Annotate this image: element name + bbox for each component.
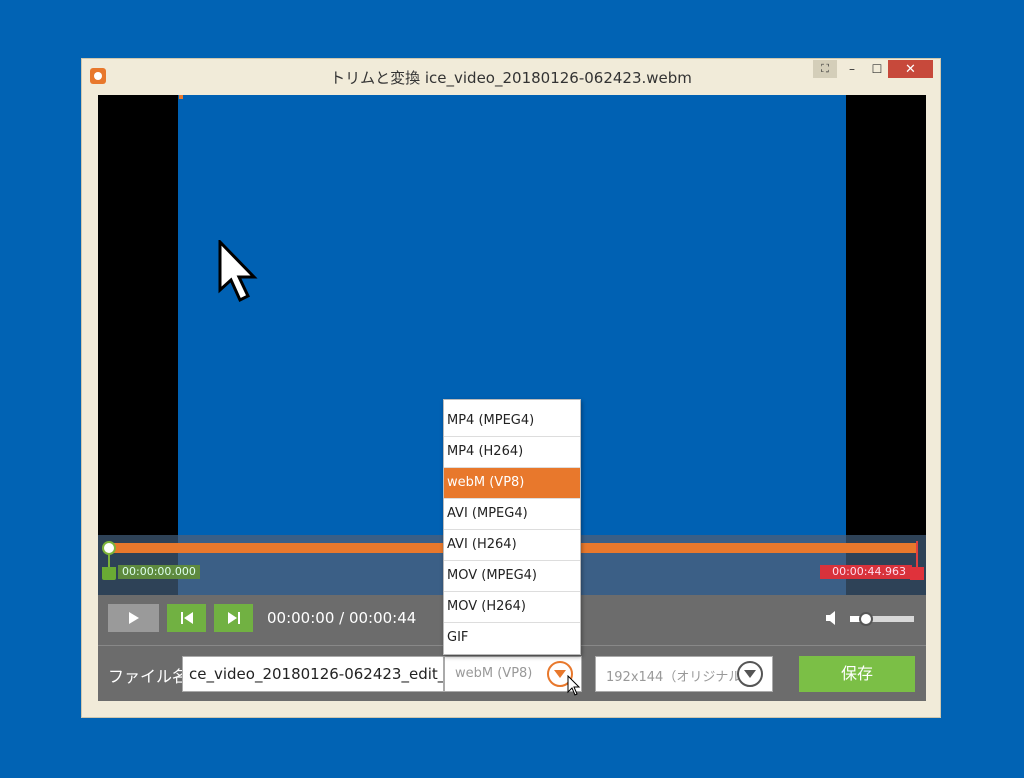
frame-marker <box>179 95 183 99</box>
format-option[interactable]: AVI (MPEG4) <box>444 499 580 530</box>
jump-to-start-button[interactable] <box>167 604 206 632</box>
resolution-dropdown-button[interactable] <box>737 661 763 687</box>
title-bar[interactable]: トリムと変換 ice_video_20180126-062423.webm ⛶ … <box>82 59 940 95</box>
cursor-in-video-icon <box>218 240 258 303</box>
format-option[interactable]: MP4 (H264) <box>444 437 580 468</box>
resolution-select-value: 192x144（オリジナル） <box>606 670 755 685</box>
fullscreen-button[interactable]: ⛶ <box>813 60 837 78</box>
format-dropdown-list: MP4 (MPEG4) MP4 (H264) webM (VP8) AVI (MPEG… <box>443 399 581 655</box>
time-display: 00:00:00 / 00:00:44 <box>267 609 417 627</box>
format-option[interactable]: GIF <box>444 623 580 654</box>
format-option[interactable]: MOV (H264) <box>444 592 580 623</box>
filename-input[interactable]: ce_video_20180126-062423_edit_0 <box>182 656 444 692</box>
window-title: トリムと変換 ice_video_20180126-062423.webm <box>330 69 692 87</box>
trim-start-time: 00:00:00.000 <box>118 565 200 579</box>
volume-icon[interactable] <box>825 610 839 626</box>
play-icon <box>128 612 139 624</box>
format-select-value: webM (VP8) <box>455 666 533 681</box>
format-option[interactable]: AVI (H264) <box>444 530 580 561</box>
format-select[interactable]: webM (VP8) <box>444 656 582 692</box>
mouse-cursor-icon <box>567 675 581 696</box>
minimize-button[interactable]: – <box>842 60 862 78</box>
volume-slider-knob[interactable] <box>859 612 873 626</box>
save-button[interactable]: 保存 <box>799 656 915 692</box>
trim-end-time: 00:00:44.963 <box>820 565 912 579</box>
trim-start-handle[interactable] <box>102 541 116 581</box>
play-button[interactable] <box>108 604 159 632</box>
maximize-button[interactable]: ☐ <box>867 60 887 78</box>
filename-label: ファイル名 <box>108 667 189 686</box>
close-button[interactable]: ✕ <box>888 60 933 78</box>
chevron-down-icon <box>554 670 566 678</box>
skip-forward-icon <box>227 612 240 624</box>
resolution-select[interactable]: 192x144（オリジナル） <box>595 656 773 692</box>
jump-to-end-button[interactable] <box>214 604 253 632</box>
skip-back-icon <box>180 612 193 624</box>
format-option[interactable]: webM (VP8) <box>444 468 580 499</box>
format-option[interactable]: MP4 (MPEG4) <box>444 406 580 437</box>
chevron-down-icon <box>744 670 756 678</box>
trim-end-handle[interactable] <box>910 541 924 581</box>
format-option[interactable]: MOV (MPEG4) <box>444 561 580 592</box>
